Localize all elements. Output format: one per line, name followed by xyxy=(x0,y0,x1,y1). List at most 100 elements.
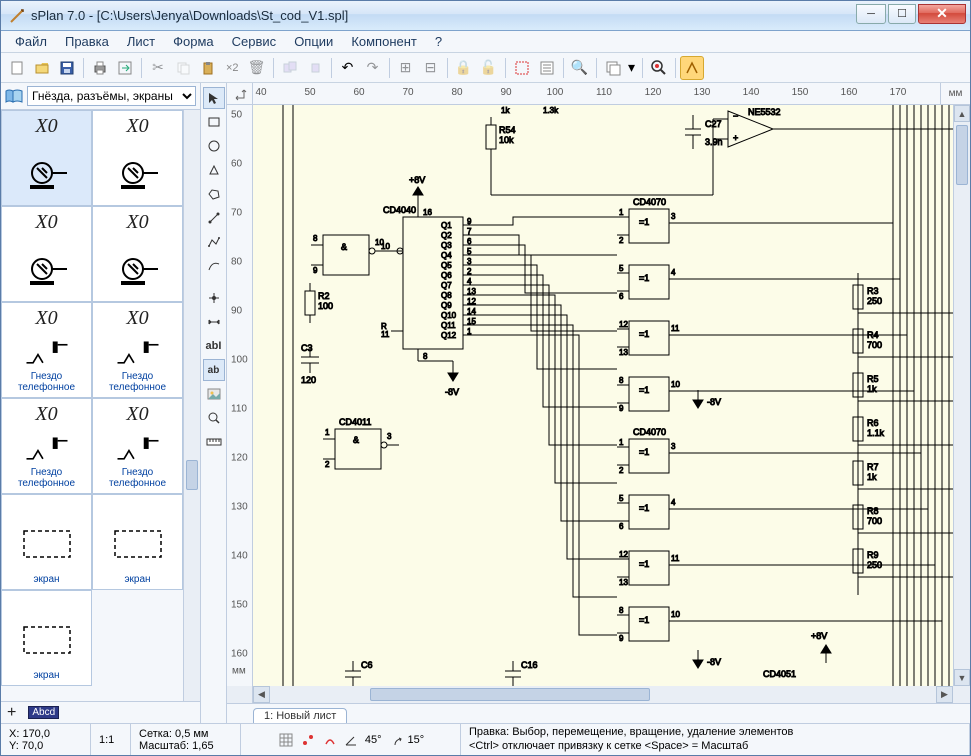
maximize-button[interactable]: ☐ xyxy=(888,4,916,24)
shape-tool-icon[interactable] xyxy=(203,159,225,181)
list-icon[interactable] xyxy=(535,56,559,80)
grid-toggle-icon[interactable] xyxy=(277,731,295,749)
menu-file[interactable]: Файл xyxy=(7,32,55,51)
layers-icon[interactable] xyxy=(601,56,625,80)
delete-icon[interactable]: 🗑 xyxy=(245,56,269,80)
copy-icon[interactable] xyxy=(171,56,195,80)
dimension-tool-icon[interactable] xyxy=(203,311,225,333)
library-item[interactable]: X0Гнездо телефонное xyxy=(92,398,183,494)
copy2-icon[interactable] xyxy=(278,56,302,80)
menu-form[interactable]: Форма xyxy=(165,32,222,51)
menu-options[interactable]: Опции xyxy=(286,32,341,51)
snap-toggle-icon[interactable] xyxy=(299,731,317,749)
ungroup-icon[interactable]: ⊟ xyxy=(419,56,443,80)
library-item[interactable]: экран xyxy=(1,494,92,590)
library-item[interactable]: X0 xyxy=(92,206,183,302)
titlebar[interactable]: sPlan 7.0 - [C:\Users\Jenya\Downloads\St… xyxy=(1,1,970,31)
library-book-icon[interactable] xyxy=(5,88,23,104)
angle45-icon[interactable] xyxy=(343,731,361,749)
library-item[interactable]: X0Гнездо телефонное xyxy=(1,398,92,494)
print-icon[interactable] xyxy=(88,56,112,80)
library-item[interactable]: X0 xyxy=(1,206,92,302)
angle15-icon[interactable] xyxy=(386,731,404,749)
circle-tool-icon[interactable] xyxy=(203,135,225,157)
duplicate-button[interactable]: ×2 xyxy=(221,56,244,80)
library-scroll-thumb[interactable] xyxy=(186,460,198,490)
canvas-vscroll[interactable]: ▲ ▼ xyxy=(953,105,970,686)
canvas-hscroll[interactable]: ◀ ▶ xyxy=(253,686,953,703)
library-item[interactable]: X0Гнездо телефонное xyxy=(92,302,183,398)
node-tool-icon[interactable] xyxy=(203,287,225,309)
minimize-button[interactable]: ─ xyxy=(856,4,886,24)
paste2-icon[interactable] xyxy=(303,56,327,80)
menu-component[interactable]: Компонент xyxy=(343,32,425,51)
unlock-icon[interactable]: 🔓 xyxy=(477,56,501,80)
sheet-tab-1[interactable]: 1: Новый лист xyxy=(253,708,347,723)
hscroll-thumb[interactable] xyxy=(370,688,650,701)
canvas[interactable]: R5410k C273.9n 1k 1.3k −+ NE5532 xyxy=(253,105,953,686)
textbox-tool-icon[interactable]: ab xyxy=(203,359,225,381)
menu-edit[interactable]: Правка xyxy=(57,32,117,51)
ruler-corner[interactable] xyxy=(227,83,253,104)
menu-service[interactable]: Сервис xyxy=(224,32,285,51)
ruler-horizontal[interactable]: 405060708090100110120130140150160170 мм xyxy=(227,83,970,105)
menu-help[interactable]: ? xyxy=(427,32,450,51)
library-item[interactable]: экран xyxy=(92,494,183,590)
highlight-icon[interactable] xyxy=(680,56,704,80)
save-icon[interactable] xyxy=(55,56,79,80)
ruler-tool-icon[interactable] xyxy=(203,431,225,453)
paste-icon[interactable] xyxy=(196,56,220,80)
library-selector-row: Гнёзда, разъёмы, экраны xyxy=(1,83,200,110)
pointer-tool-icon[interactable] xyxy=(203,87,225,109)
library-item[interactable]: экран xyxy=(1,590,92,686)
library-scrollbar[interactable] xyxy=(183,110,200,701)
open-icon[interactable] xyxy=(30,56,54,80)
hscroll-left-icon[interactable]: ◀ xyxy=(253,686,270,703)
polygon-tool-icon[interactable] xyxy=(203,183,225,205)
svg-text:C6: C6 xyxy=(361,660,373,670)
library-select[interactable]: Гнёзда, разъёмы, экраны xyxy=(27,86,196,106)
add-component-icon[interactable]: + xyxy=(7,704,16,722)
group-icon[interactable]: ⊞ xyxy=(394,56,418,80)
export-icon[interactable] xyxy=(113,56,137,80)
find-icon[interactable]: 🔍 xyxy=(568,56,592,80)
undo-icon[interactable]: ↶ xyxy=(336,56,360,80)
close-button[interactable]: ✕ xyxy=(918,4,966,24)
new-icon[interactable] xyxy=(5,56,29,80)
vscroll-thumb[interactable] xyxy=(956,125,968,185)
svg-text:1: 1 xyxy=(325,428,330,437)
library-item[interactable]: X0 xyxy=(1,110,92,206)
lock-icon[interactable]: 🔒 xyxy=(452,56,476,80)
svg-text:8: 8 xyxy=(313,234,318,243)
svg-text:=1: =1 xyxy=(639,329,649,339)
curve-tool-icon[interactable] xyxy=(203,255,225,277)
redo-icon[interactable]: ↷ xyxy=(361,56,385,80)
window-controls: ─ ☐ ✕ xyxy=(854,4,966,24)
select-rect-icon[interactable] xyxy=(510,56,534,80)
text-tool-icon[interactable]: abI xyxy=(203,335,225,357)
rect-tool-icon[interactable] xyxy=(203,111,225,133)
layers-dropdown-icon[interactable]: ▾ xyxy=(626,56,638,80)
zoom-icon[interactable] xyxy=(647,56,671,80)
library-item[interactable]: X0 xyxy=(92,110,183,206)
svg-text:11: 11 xyxy=(671,554,680,563)
menu-sheet[interactable]: Лист xyxy=(119,32,163,51)
vscroll-down-icon[interactable]: ▼ xyxy=(954,669,970,686)
vscroll-up-icon[interactable]: ▲ xyxy=(954,105,970,122)
svg-text:5: 5 xyxy=(619,494,624,503)
image-tool-icon[interactable] xyxy=(203,383,225,405)
zoom-tool-icon[interactable] xyxy=(203,407,225,429)
line-tool-icon[interactable] xyxy=(203,207,225,229)
cut-icon[interactable]: ✂ xyxy=(146,56,170,80)
library-item[interactable]: X0Гнездо телефонное xyxy=(1,302,92,398)
status-grid: Сетка: 0,5 ммМасштаб: 1,65 xyxy=(131,724,241,755)
hscroll-right-icon[interactable]: ▶ xyxy=(936,686,953,703)
snap-lock-icon[interactable] xyxy=(321,731,339,749)
abcd-label[interactable]: Abcd xyxy=(28,706,59,719)
library-grid[interactable]: X0X0X0X0X0Гнездо телефонноеX0Гнездо теле… xyxy=(1,110,183,701)
svg-text:Q6: Q6 xyxy=(441,271,452,280)
svg-text:13: 13 xyxy=(619,578,628,587)
polyline-tool-icon[interactable] xyxy=(203,231,225,253)
svg-text:Q2: Q2 xyxy=(441,231,452,240)
ruler-vertical[interactable]: мм 5060708090100110120130140150160 xyxy=(227,105,253,686)
